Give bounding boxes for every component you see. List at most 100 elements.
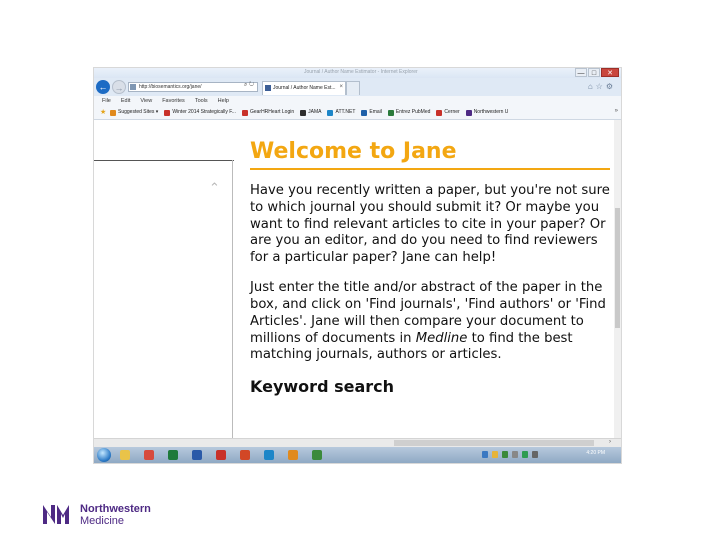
bookmark-icon [164, 109, 171, 116]
favorite-link[interactable]: Entrez PubMed [387, 109, 431, 116]
system-tray [482, 451, 538, 458]
favorite-label: Suggested Sites ▾ [118, 109, 159, 115]
left-pane: ⌃ [94, 120, 234, 438]
favorite-label: Winter 2014 Strategically F... [172, 109, 236, 115]
new-tab-button[interactable] [346, 81, 360, 95]
northwestern-icon [465, 109, 472, 116]
favorite-link[interactable]: Winter 2014 Strategically F... [164, 109, 236, 116]
taskbar: 4:20 PM [94, 447, 621, 463]
volume-icon[interactable] [532, 451, 538, 458]
acrobat-icon[interactable] [216, 450, 226, 460]
explorer-icon[interactable] [120, 450, 130, 460]
favorite-label: ATT.NET [335, 109, 356, 115]
favorite-link[interactable]: GearHRHeart Login [241, 109, 295, 116]
menu-item-help[interactable]: Help [218, 96, 229, 106]
email-icon [361, 109, 368, 116]
favorites-star-icon[interactable]: ★ [100, 109, 106, 117]
back-button[interactable]: ← [96, 80, 110, 94]
main-article: Welcome to Jane Have you recently writte… [250, 138, 610, 396]
page-content: ⌃ Welcome to Jane Have you recently writ… [94, 120, 621, 438]
favorite-link[interactable]: Email [361, 109, 382, 116]
menu-item-file[interactable]: File [102, 96, 111, 106]
tab-label: Journal / Author Name Est... [273, 85, 336, 91]
horizontal-scrollbar[interactable]: › [94, 438, 621, 447]
browser-screenshot: Journal / Author Name Estimator - Intern… [94, 68, 621, 463]
att-icon [327, 109, 334, 116]
battery-icon[interactable] [522, 451, 528, 458]
window-controls: — □ ✕ [574, 68, 619, 77]
tab-close-icon[interactable]: × [339, 84, 343, 90]
start-button[interactable] [97, 448, 111, 462]
tray-app-icon[interactable] [502, 451, 508, 458]
cerner-icon [436, 109, 443, 116]
minimize-button[interactable]: — [575, 68, 587, 77]
intro-paragraph: Have you recently written a paper, but y… [250, 183, 610, 266]
favorite-link[interactable]: Northwestern U [465, 109, 509, 116]
menu-bar: File Edit View Favorites Tools Help [94, 96, 621, 106]
heart-icon [241, 109, 248, 116]
address-url: http://biosemantics.org/jane/ [139, 84, 202, 90]
project-icon[interactable] [312, 450, 322, 460]
star-icon[interactable]: ☆ [596, 83, 603, 91]
gear-icon[interactable]: ⚙ [606, 83, 613, 91]
network-icon[interactable] [512, 451, 518, 458]
suggested-sites-icon [110, 109, 116, 116]
tab-jane[interactable]: Journal / Author Name Est... × [262, 81, 346, 95]
title-bar: Journal / Author Name Estimator - Intern… [94, 68, 621, 78]
favorite-label: JAMA [308, 109, 322, 115]
powerpoint-icon[interactable] [240, 450, 250, 460]
menu-item-favorites[interactable]: Favorites [162, 96, 185, 106]
title-underline [250, 168, 610, 170]
forward-button[interactable]: → [112, 80, 126, 94]
favorites-more-icon[interactable]: » [615, 108, 618, 114]
pubmed-icon [387, 109, 394, 116]
vertical-scroll-thumb[interactable] [615, 208, 620, 328]
address-row: ← → http://biosemantics.org/jane/ ⌕ ↻ Jo… [94, 78, 621, 96]
horizontal-scroll-thumb[interactable] [394, 440, 594, 446]
favorite-link[interactable]: Suggested Sites ▾ [110, 109, 158, 116]
chevron-up-icon[interactable]: ⌃ [209, 180, 220, 196]
favorites-list: Suggested Sites ▾ Winter 2014 Strategical… [110, 109, 514, 116]
search-icon[interactable]: ⌕ [244, 82, 247, 88]
tray-app-icon[interactable] [492, 451, 498, 458]
favorite-label: Email [369, 109, 382, 115]
keyword-search-heading: Keyword search [250, 377, 395, 397]
jane-favicon-icon [265, 85, 271, 91]
taskbar-clock[interactable]: 4:20 PM [586, 450, 605, 456]
address-bar[interactable]: http://biosemantics.org/jane/ [128, 82, 258, 92]
refresh-icon[interactable]: ↻ [249, 82, 254, 88]
logo-line1: Northwestern [80, 503, 151, 515]
favorite-link[interactable]: JAMA [300, 109, 321, 116]
excel-icon[interactable] [168, 450, 178, 460]
close-button[interactable]: ✕ [601, 68, 619, 77]
jama-icon [300, 109, 307, 116]
tray-app-icon[interactable] [482, 451, 488, 458]
browser-right-icons: ⌂ ☆ ⚙ [588, 83, 613, 91]
page-title: Welcome to Jane [250, 139, 457, 164]
favorite-label: Northwestern U [473, 109, 509, 115]
favorite-label: GearHRHeart Login [249, 109, 295, 115]
address-tools: ⌕ ↻ [244, 82, 254, 89]
word-icon[interactable] [192, 450, 202, 460]
scroll-right-icon[interactable]: › [609, 439, 611, 445]
menu-item-tools[interactable]: Tools [195, 96, 208, 106]
menu-item-view[interactable]: View [140, 96, 152, 106]
vertical-scrollbar[interactable] [614, 120, 621, 438]
home-icon[interactable]: ⌂ [588, 83, 593, 91]
favorite-link[interactable]: Cerner [436, 109, 460, 116]
left-pane-divider [94, 160, 234, 161]
paint-icon[interactable] [288, 450, 298, 460]
logo-line2: Medicine [80, 515, 125, 527]
favorite-link[interactable]: ATT.NET [327, 109, 355, 116]
left-pane-border [232, 160, 233, 438]
favorite-label: Entrez PubMed [395, 109, 431, 115]
northwestern-logo-icon [43, 505, 69, 524]
page-icon [130, 84, 136, 90]
northwestern-medicine-logo: Northwestern Medicine [42, 503, 162, 527]
medline-text: Medline [415, 330, 468, 346]
instructions-paragraph: Just enter the title and/or abstract of … [250, 280, 610, 364]
chrome-icon[interactable] [144, 450, 154, 460]
maximize-button[interactable]: □ [588, 68, 600, 77]
menu-item-edit[interactable]: Edit [121, 96, 130, 106]
ie-icon[interactable] [264, 450, 274, 460]
